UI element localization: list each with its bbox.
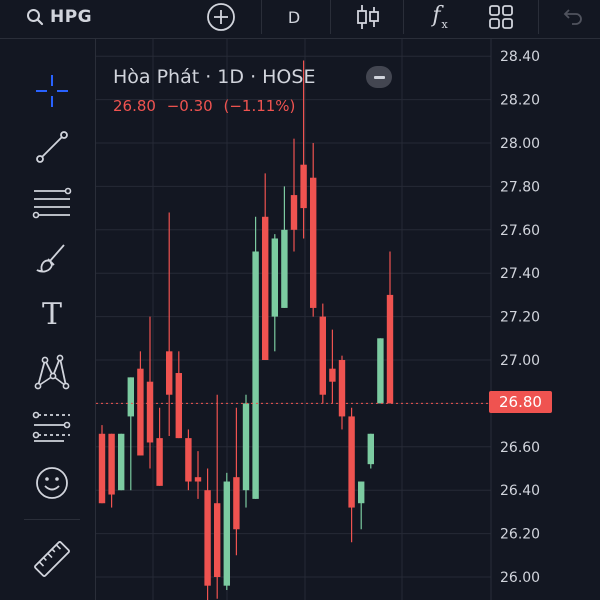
candle-body <box>348 416 355 508</box>
price-axis-tick-label: 26.40 <box>500 483 540 499</box>
price-axis-tick-label: 27.80 <box>500 179 540 195</box>
brush-tool[interactable] <box>28 239 76 279</box>
candle-body <box>329 368 336 382</box>
brush-icon <box>36 244 65 273</box>
symbol-search-button[interactable]: HPG <box>26 0 116 34</box>
interval-button[interactable]: D <box>276 0 312 34</box>
toolbar-divider <box>330 0 331 34</box>
candle-body <box>300 164 307 209</box>
legend-title: Hòa Phát · 1D · HOSE <box>113 66 316 88</box>
text-tool[interactable]: T <box>28 295 76 335</box>
candle-body <box>204 490 211 586</box>
layouts-button[interactable] <box>480 0 522 34</box>
crosshair-tool[interactable] <box>28 71 76 111</box>
trend-line-icon <box>36 131 68 163</box>
candle-body <box>223 481 230 586</box>
add-compare-icon <box>207 3 235 31</box>
price-axis-tick-label: 27.40 <box>500 266 540 282</box>
candle-body <box>108 433 115 495</box>
ruler-icon <box>34 541 70 577</box>
prediction-tool[interactable] <box>28 407 76 447</box>
undo-button[interactable] <box>556 0 588 34</box>
price-axis-tick-label: 28.20 <box>500 93 540 109</box>
trend-line-tool[interactable] <box>28 127 76 167</box>
chart-type-button[interactable] <box>350 0 386 34</box>
emoji-tool[interactable] <box>28 463 76 503</box>
ruler-tool[interactable] <box>28 539 76 579</box>
candle-body <box>281 229 288 308</box>
candle-body <box>146 381 154 443</box>
candle-body <box>175 373 182 439</box>
layouts-icon <box>489 5 513 29</box>
candlestick-chart[interactable]: 28.40 28.20 28.00 27.80 27.60 27.40 27.20 27.00… <box>96 39 600 600</box>
candle-body <box>127 377 134 417</box>
indicators-icon: fx <box>432 3 448 31</box>
candle-body <box>377 338 384 404</box>
fib-retracement-tool[interactable] <box>28 183 76 223</box>
undo-icon <box>563 9 582 25</box>
candlestick-chart-type-icon <box>357 5 379 29</box>
price-axis-tick-label: 26.60 <box>500 440 540 456</box>
candle-body <box>137 368 144 456</box>
legend-change: −0.30 <box>166 97 213 115</box>
candle-body <box>358 481 365 504</box>
text-tool-icon: T <box>41 297 62 332</box>
legend-close: 26.80 <box>113 97 156 115</box>
price-axis-tick-label: 26.00 <box>500 570 540 586</box>
pattern-icon <box>34 354 70 390</box>
prediction-icon <box>32 411 71 442</box>
candle-body <box>185 438 192 482</box>
candle-body <box>98 433 106 504</box>
chart-legend: Hòa Phát · 1D · HOSE 26.80 −0.30 (−1.11%… <box>113 66 315 115</box>
price-axis-tick-label: 27.60 <box>500 223 540 239</box>
legend-values: 26.80 −0.30 (−1.11%) <box>113 97 315 115</box>
toolbar-divider <box>538 0 539 34</box>
top-toolbar: HPG D fx <box>0 0 600 39</box>
candle-body <box>386 294 394 404</box>
candle-body <box>290 195 298 230</box>
candle-body <box>319 316 326 395</box>
candle-body <box>242 403 250 491</box>
price-axis-tick-label: 27.00 <box>500 353 540 369</box>
candle-body <box>367 433 374 465</box>
indicators-button[interactable]: fx <box>420 0 460 34</box>
legend-collapse-button[interactable] <box>366 66 392 88</box>
search-icon <box>27 9 44 26</box>
candle-body <box>194 477 202 482</box>
candle-body <box>252 251 259 499</box>
drawing-toolbar: T <box>0 39 96 600</box>
minus-icon <box>373 75 385 79</box>
price-axis-tick-label: 27.20 <box>500 310 540 326</box>
symbol-name: HPG <box>50 7 93 27</box>
candle-body <box>166 351 173 395</box>
emoji-icon <box>36 467 68 499</box>
candle-body <box>214 503 221 577</box>
candle-body <box>233 477 240 530</box>
price-axis-tick-label: 28.40 <box>500 49 540 65</box>
crosshair-icon <box>36 75 68 107</box>
price-axis-tick-label: 26.20 <box>500 527 540 543</box>
candle-body <box>156 438 163 486</box>
candle-body <box>271 238 278 317</box>
candle-body <box>338 360 346 417</box>
pattern-tool[interactable] <box>28 351 76 391</box>
candle-body <box>262 216 269 360</box>
toolbar-divider <box>403 0 404 34</box>
current-price-label: 26.80 <box>489 391 552 413</box>
toolbar-divider <box>261 0 262 34</box>
add-compare-button[interactable] <box>200 0 242 34</box>
candle-body <box>118 433 125 491</box>
price-axis-tick-label: 28.00 <box>500 136 540 152</box>
fib-retracement-icon <box>32 187 72 219</box>
toolbar-divider <box>24 519 80 520</box>
legend-change-pct: (−1.11%) <box>223 97 296 115</box>
candle-body <box>310 177 317 308</box>
